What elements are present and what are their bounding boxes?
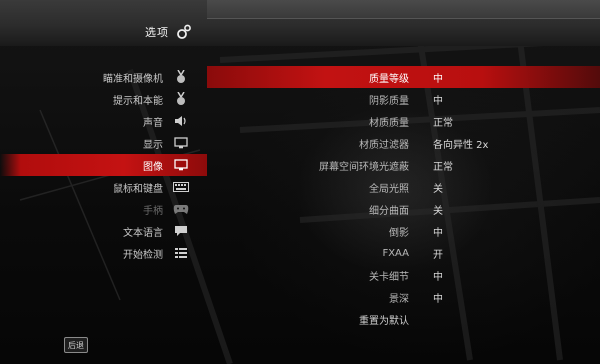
- setting-label: 倒影: [389, 227, 409, 239]
- page-title: 选项: [145, 26, 169, 39]
- monitor-icon: [173, 158, 189, 172]
- setting-label: 材质质量: [369, 117, 409, 129]
- setting-global-illumination[interactable]: 全局光照 关: [207, 176, 600, 198]
- sidebar-item-label: 手柄: [143, 205, 163, 217]
- checklist-icon: [173, 246, 189, 260]
- setting-value: 关: [433, 183, 443, 195]
- keyboard-icon: [173, 180, 189, 194]
- sidebar-item-label: 图像: [143, 161, 163, 173]
- sidebar-item-gamepad[interactable]: 手柄: [0, 198, 207, 220]
- sidebar: 瞄准和摄像机 提示和本能 声音 显示 图像 鼠标和键盘 手柄 文本语言 开始检测: [0, 66, 207, 264]
- settings-gears-icon: [177, 24, 191, 39]
- setting-label: 全局光照: [369, 183, 409, 195]
- setting-label: 质量等级: [369, 73, 409, 85]
- setting-label: 材质过滤器: [359, 139, 409, 151]
- setting-value: 关: [433, 205, 443, 217]
- setting-label: 屏幕空间环境光遮蔽: [319, 161, 409, 173]
- setting-reflections[interactable]: 倒影 中: [207, 220, 600, 242]
- sidebar-item-graphics[interactable]: 图像: [0, 154, 207, 176]
- gamepad-icon: [173, 202, 189, 216]
- setting-value: 中: [433, 271, 443, 283]
- sidebar-item-label: 声音: [143, 117, 163, 129]
- setting-value: 正常: [433, 117, 453, 129]
- setting-value: 中: [433, 73, 443, 85]
- setting-texture-quality[interactable]: 材质质量 正常: [207, 110, 600, 132]
- setting-label: 关卡细节: [369, 271, 409, 283]
- options-header: 选项: [0, 18, 207, 46]
- reset-label: 重置为默认: [359, 315, 409, 327]
- setting-level-detail[interactable]: 关卡细节 中: [207, 264, 600, 286]
- sidebar-item-label: 开始检测: [123, 249, 163, 261]
- setting-label: FXAA: [382, 247, 409, 259]
- top-bar-accent: [207, 0, 600, 19]
- sidebar-item-hints[interactable]: 提示和本能: [0, 88, 207, 110]
- setting-value: 开: [433, 249, 443, 261]
- medal-icon: [173, 70, 189, 84]
- setting-value: 各向异性 2x: [433, 139, 489, 151]
- setting-label: 细分曲面: [369, 205, 409, 217]
- sidebar-item-label: 瞄准和摄像机: [103, 73, 163, 85]
- setting-tessellation[interactable]: 细分曲面 关: [207, 198, 600, 220]
- sidebar-item-start-check[interactable]: 开始检测: [0, 242, 207, 264]
- sidebar-item-label: 提示和本能: [113, 95, 163, 107]
- sidebar-item-label: 鼠标和键盘: [113, 183, 163, 195]
- monitor-icon: [173, 136, 189, 150]
- back-button[interactable]: 后退: [64, 337, 88, 353]
- sidebar-item-label: 文本语言: [123, 227, 163, 239]
- setting-quality-level[interactable]: 质量等级 中: [207, 66, 600, 88]
- sidebar-item-text-language[interactable]: 文本语言: [0, 220, 207, 242]
- sidebar-item-aim-camera[interactable]: 瞄准和摄像机: [0, 66, 207, 88]
- sidebar-item-label: 显示: [143, 139, 163, 151]
- setting-fxaa[interactable]: FXAA 开: [207, 242, 600, 264]
- setting-value: 正常: [433, 161, 453, 173]
- speaker-icon: [173, 114, 189, 128]
- graphics-settings-list: 质量等级 中 阴影质量 中 材质质量 正常 材质过滤器 各向异性 2x 屏幕空间…: [207, 66, 600, 330]
- sidebar-item-display[interactable]: 显示: [0, 132, 207, 154]
- sidebar-item-sound[interactable]: 声音: [0, 110, 207, 132]
- setting-shadow-quality[interactable]: 阴影质量 中: [207, 88, 600, 110]
- setting-label: 阴影质量: [369, 95, 409, 107]
- speech-bubble-icon: [173, 224, 189, 238]
- setting-value: 中: [433, 95, 443, 107]
- setting-label: 景深: [389, 293, 409, 305]
- setting-ssao[interactable]: 屏幕空间环境光遮蔽 正常: [207, 154, 600, 176]
- setting-value: 中: [433, 227, 443, 239]
- setting-texture-filter[interactable]: 材质过滤器 各向异性 2x: [207, 132, 600, 154]
- medal-icon: [173, 92, 189, 106]
- setting-value: 中: [433, 293, 443, 305]
- sidebar-item-mouse-keyboard[interactable]: 鼠标和键盘: [0, 176, 207, 198]
- reset-to-default-button[interactable]: 重置为默认: [207, 308, 600, 330]
- setting-depth-of-field[interactable]: 景深 中: [207, 286, 600, 308]
